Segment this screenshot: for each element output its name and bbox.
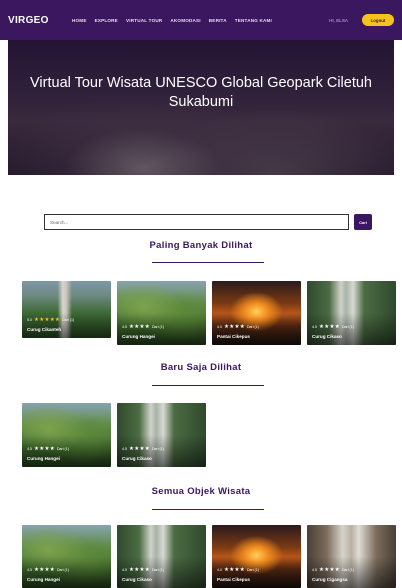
card-title: Curug Cikaso xyxy=(122,456,152,461)
rating-value: 4.5 xyxy=(122,325,127,329)
card-rating: 4.5 ★★★★ Dari (1) xyxy=(312,324,354,330)
nav-links: HOME EXPLORE VIRTUAL TOUR AKOMODASI BERI… xyxy=(72,18,329,23)
card-curung-hangei-recent[interactable]: 4.5 ★★★★ Dari (1) Curung Hangei xyxy=(22,403,111,467)
review-count: Dari (1) xyxy=(56,568,69,572)
card-title: Curug Cikanteh xyxy=(27,327,62,332)
section-divider xyxy=(152,509,264,510)
card-title: Pantai Cikepus xyxy=(217,577,250,582)
card-pantai-cikepus[interactable]: 4.0 ★★★★ Dari (1) Pantai Cikepus xyxy=(212,281,301,345)
hero-title: Virtual Tour Wisata UNESCO Global Geopar… xyxy=(30,75,372,110)
star-icons: ★★★★ xyxy=(129,567,150,573)
rating-value: 4.5 xyxy=(122,447,127,451)
review-count: Dari (1) xyxy=(341,325,354,329)
card-rating: 4.5 ★★★★ Dari (1) xyxy=(122,324,164,330)
card-curug-cikanteh[interactable]: 5.0 ★★★★★ Dari (1) Curug Cikanteh xyxy=(22,281,111,338)
card-rating: 4.5 ★★★★ Dari (1) xyxy=(27,446,69,452)
logout-button[interactable]: Logout xyxy=(362,14,394,26)
card-curung-hangei[interactable]: 4.5 ★★★★ Dari (1) Curung Hangei xyxy=(117,281,206,345)
review-count: Dari (1) xyxy=(151,447,164,451)
card-title: Curug Cikaso xyxy=(122,577,152,582)
star-icons: ★★★★ xyxy=(319,567,340,573)
section-title-recent: Baru Saja Dilihat xyxy=(160,362,242,373)
nav-link-home[interactable]: HOME xyxy=(72,18,87,23)
section-divider xyxy=(152,262,264,263)
review-count: Dari (1) xyxy=(246,325,259,329)
card-rating: 4.5 ★★★★ Dari (1) xyxy=(122,567,164,573)
nav-user-greeting[interactable]: HI, ELSA xyxy=(329,18,348,23)
navbar: VIRGEO HOME EXPLORE VIRTUAL TOUR AKOMODA… xyxy=(0,0,402,40)
nav-link-tentang-kami[interactable]: TENTANG KAMI xyxy=(235,18,272,23)
star-icons: ★★★★ xyxy=(129,324,150,330)
review-count: Dari (1) xyxy=(151,325,164,329)
nav-link-berita[interactable]: BERITA xyxy=(209,18,227,23)
card-rating: 4.0 ★★★★ Dari (1) xyxy=(217,324,259,330)
card-title: Curug Cikaso xyxy=(312,334,342,339)
card-title: Curung Hangei xyxy=(122,334,155,339)
card-rating: 4.0 ★★★★ Dari (1) xyxy=(217,567,259,573)
card-rating: 5.0 ★★★★★ Dari (1) xyxy=(27,317,74,323)
card-curug-cikaso-recent[interactable]: 4.5 ★★★★ Dari (1) Curug Cikaso xyxy=(117,403,206,467)
brand-logo[interactable]: VIRGEO xyxy=(8,15,72,26)
card-title: Curung Hangei xyxy=(27,577,60,582)
card-rating: 4.5 ★★★★ Dari (1) xyxy=(122,446,164,452)
section-title-popular: Paling Banyak Dilihat xyxy=(149,240,253,251)
card-title: Curug Cigangsa xyxy=(312,577,348,582)
review-count: Dari (1) xyxy=(56,447,69,451)
card-title: Curung Hangei xyxy=(27,456,60,461)
card-curug-cikaso[interactable]: 4.5 ★★★★ Dari (1) Curug Cikaso xyxy=(307,281,396,345)
rating-value: 4.5 xyxy=(122,568,127,572)
star-icons: ★★★★ xyxy=(34,446,55,452)
star-icons: ★★★★ xyxy=(319,324,340,330)
rating-value: 4.5 xyxy=(27,447,32,451)
review-count: Dari (1) xyxy=(151,568,164,572)
card-curug-cigangsa-all[interactable]: 4.5 ★★★★ Dari (1) Curug Cigangsa xyxy=(307,525,396,588)
star-icons: ★★★★ xyxy=(224,324,245,330)
nav-link-virtual-tour[interactable]: VIRTUAL TOUR xyxy=(126,18,162,23)
review-count: Dari (1) xyxy=(341,568,354,572)
search-button[interactable]: Cari xyxy=(354,214,372,230)
rating-value: 4.5 xyxy=(312,325,317,329)
review-count: Dari (1) xyxy=(246,568,259,572)
card-rating: 4.5 ★★★★ Dari (1) xyxy=(27,567,69,573)
rating-value: 5.0 xyxy=(27,318,32,322)
nav-link-explore[interactable]: EXPLORE xyxy=(95,18,118,23)
rating-value: 4.0 xyxy=(217,568,222,572)
star-icons: ★★★★ xyxy=(224,567,245,573)
section-title-all: Semua Objek Wisata xyxy=(151,486,251,497)
star-icons: ★★★★★ xyxy=(34,317,61,323)
hero-banner: Virtual Tour Wisata UNESCO Global Geopar… xyxy=(8,40,394,175)
rating-value: 4.5 xyxy=(312,568,317,572)
nav-link-akomodasi[interactable]: AKOMODASI xyxy=(170,18,200,23)
card-curug-cikaso-all[interactable]: 4.5 ★★★★ Dari (1) Curug Cikaso xyxy=(117,525,206,588)
card-pantai-cikepus-all[interactable]: 4.0 ★★★★ Dari (1) Pantai Cikepus xyxy=(212,525,301,588)
star-icons: ★★★★ xyxy=(34,567,55,573)
review-count: Dari (1) xyxy=(62,318,75,322)
star-icons: ★★★★ xyxy=(129,446,150,452)
section-divider xyxy=(152,385,264,386)
rating-value: 4.5 xyxy=(27,568,32,572)
card-curung-hangei-all[interactable]: 4.5 ★★★★ Dari (1) Curung Hangei xyxy=(22,525,111,588)
card-rating: 4.5 ★★★★ Dari (1) xyxy=(312,567,354,573)
rating-value: 4.0 xyxy=(217,325,222,329)
search-input[interactable] xyxy=(44,214,349,230)
card-title: Pantai Cikepus xyxy=(217,334,250,339)
